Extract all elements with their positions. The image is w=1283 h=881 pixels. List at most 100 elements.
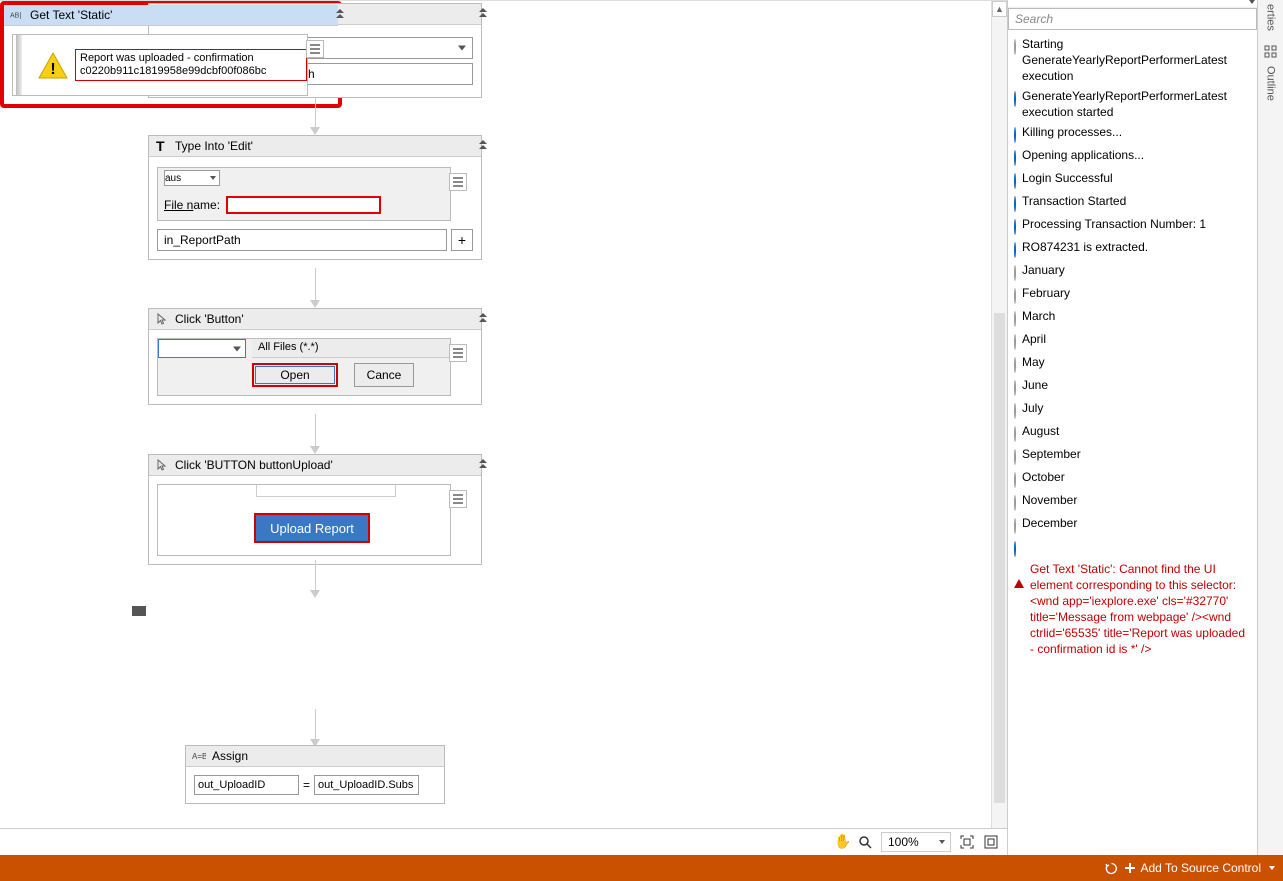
log-entry[interactable]	[1010, 536, 1255, 559]
trace-bullet-icon	[1014, 39, 1016, 55]
cancel-button-preview: Cance	[354, 363, 414, 387]
log-entry[interactable]: Transaction Started	[1010, 191, 1255, 214]
add-source-control-button[interactable]: Add To Source Control	[1124, 861, 1275, 875]
activity-click-upload[interactable]: Click 'BUTTON buttonUpload' Upload Repor…	[148, 454, 482, 565]
assign-value-input[interactable]	[314, 775, 419, 795]
log-entry[interactable]: October	[1010, 467, 1255, 490]
activity-assign[interactable]: A=B Assign =	[185, 745, 445, 804]
assign-icon: A=B	[192, 749, 206, 763]
log-entry[interactable]: Get Text 'Static': Cannot find the UI el…	[1010, 559, 1255, 659]
activity-header[interactable]: A=B Assign	[186, 746, 444, 767]
fit-to-screen-icon[interactable]	[959, 834, 975, 850]
log-text: April	[1022, 331, 1046, 350]
trace-bullet-icon	[1014, 426, 1016, 442]
allfiles-label: All Files (*.*)	[252, 339, 450, 358]
activity-get-text[interactable]: AB| Get Text 'Static' ! Report was	[0, 1, 342, 108]
info-bullet-icon	[1014, 127, 1016, 143]
log-entry[interactable]: September	[1010, 444, 1255, 467]
search-input[interactable]: Search	[1008, 8, 1257, 30]
log-text: Killing processes...	[1022, 124, 1122, 143]
flow-arrow	[314, 414, 316, 454]
trace-bullet-icon	[1014, 288, 1016, 304]
canvas-scrollbar[interactable]: ▲ ▼	[991, 1, 1007, 853]
trace-bullet-icon	[1014, 357, 1016, 373]
log-entry[interactable]: March	[1010, 306, 1255, 329]
type-value-input[interactable]: in_ReportPath	[157, 229, 447, 251]
tiny-dropdown: aus	[164, 170, 220, 186]
target-screenshot[interactable]: ! Report was uploaded - confirmation c02…	[12, 34, 308, 96]
log-entry[interactable]: RO874231 is extracted.	[1010, 237, 1255, 260]
expand-icon[interactable]	[983, 834, 999, 850]
log-entry[interactable]: Opening applications...	[1010, 145, 1255, 168]
zoom-toolbar: ✋ 100%	[0, 828, 1007, 854]
target-screenshot[interactable]: aus File name:	[157, 167, 451, 221]
breakpoint-indicator[interactable]	[132, 606, 146, 616]
options-menu-icon[interactable]	[449, 344, 467, 362]
activity-header[interactable]: Click 'BUTTON buttonUpload'	[149, 455, 481, 476]
options-menu-icon[interactable]	[449, 173, 467, 191]
log-text: Processing Transaction Number: 1	[1022, 216, 1206, 235]
log-entry[interactable]: April	[1010, 329, 1255, 352]
log-text: March	[1022, 308, 1055, 327]
text-icon: T	[155, 139, 169, 153]
log-entry[interactable]: February	[1010, 283, 1255, 306]
side-tab-strip: erties Outline	[1257, 0, 1283, 881]
log-entry[interactable]: July	[1010, 398, 1255, 421]
log-text: January	[1022, 262, 1065, 281]
log-text: December	[1022, 515, 1077, 534]
log-entry[interactable]: May	[1010, 352, 1255, 375]
activity-header[interactable]: AB| Get Text 'Static'	[4, 5, 338, 26]
options-menu-icon[interactable]	[449, 490, 467, 508]
log-entry[interactable]: November	[1010, 490, 1255, 513]
activity-header[interactable]: T Type Into 'Edit'	[149, 136, 481, 157]
trace-bullet-icon	[1014, 265, 1016, 281]
zoom-level-select[interactable]: 100%	[881, 832, 951, 852]
options-menu-icon[interactable]	[306, 40, 324, 58]
log-entry[interactable]: December	[1010, 513, 1255, 536]
trace-bullet-icon	[1014, 311, 1016, 327]
activity-title: Click 'Button'	[175, 312, 475, 326]
flow-arrow	[314, 97, 316, 135]
design-canvas[interactable]: Log Message Log Level Info Message in_Re…	[0, 0, 1007, 881]
log-entry[interactable]: Processing Transaction Number: 1	[1010, 214, 1255, 237]
target-screenshot[interactable]: All Files (*.*) Open Cance	[157, 338, 451, 396]
activity-type-into[interactable]: T Type Into 'Edit' aus File name:	[148, 135, 482, 260]
activity-click-button[interactable]: Click 'Button' All Files (*.*) Open Canc…	[148, 308, 482, 405]
target-screenshot[interactable]: Upload Report	[157, 484, 451, 556]
activity-title: Type Into 'Edit'	[175, 139, 475, 153]
tab-outline[interactable]: Outline	[1264, 45, 1278, 101]
flow-arrow	[314, 709, 316, 747]
tab-properties[interactable]: erties	[1265, 4, 1277, 31]
log-entry[interactable]: August	[1010, 421, 1255, 444]
activity-title: Click 'BUTTON buttonUpload'	[175, 458, 475, 472]
log-entry[interactable]: June	[1010, 375, 1255, 398]
trace-bullet-icon	[1014, 495, 1016, 511]
dropdown-icon[interactable]	[1249, 0, 1255, 4]
log-text: Get Text 'Static': Cannot find the UI el…	[1030, 561, 1251, 657]
activity-header[interactable]: Click 'Button'	[149, 309, 481, 330]
activity-title: Get Text 'Static'	[30, 8, 332, 22]
output-log-list[interactable]: Starting GenerateYearlyReportPerformerLa…	[1008, 30, 1257, 855]
scroll-up-icon[interactable]: ▲	[992, 1, 1007, 17]
log-text: Login Successful	[1022, 170, 1113, 189]
log-text: November	[1022, 492, 1077, 511]
trace-bullet-icon	[1014, 472, 1016, 488]
svg-text:!: !	[50, 61, 55, 78]
log-text: August	[1022, 423, 1059, 442]
plus-button[interactable]: +	[451, 229, 473, 251]
log-entry[interactable]: Killing processes...	[1010, 122, 1255, 145]
panel-toolbar[interactable]	[1008, 0, 1257, 8]
log-entry[interactable]: January	[1010, 260, 1255, 283]
scroll-thumb[interactable]	[994, 313, 1005, 803]
log-entry[interactable]: Login Successful	[1010, 168, 1255, 191]
log-entry[interactable]: GenerateYearlyReportPerformerLatest exec…	[1010, 86, 1255, 122]
assign-to-input[interactable]	[194, 775, 299, 795]
refresh-icon[interactable]	[1105, 862, 1118, 875]
pan-icon[interactable]: ✋	[833, 834, 849, 850]
trace-bullet-icon	[1014, 403, 1016, 419]
log-text: Starting GenerateYearlyReportPerformerLa…	[1022, 36, 1251, 84]
zoom-icon[interactable]	[857, 834, 873, 850]
log-text: RO874231 is extracted.	[1022, 239, 1148, 258]
log-entry[interactable]: Starting GenerateYearlyReportPerformerLa…	[1010, 34, 1255, 86]
trace-bullet-icon	[1014, 380, 1016, 396]
